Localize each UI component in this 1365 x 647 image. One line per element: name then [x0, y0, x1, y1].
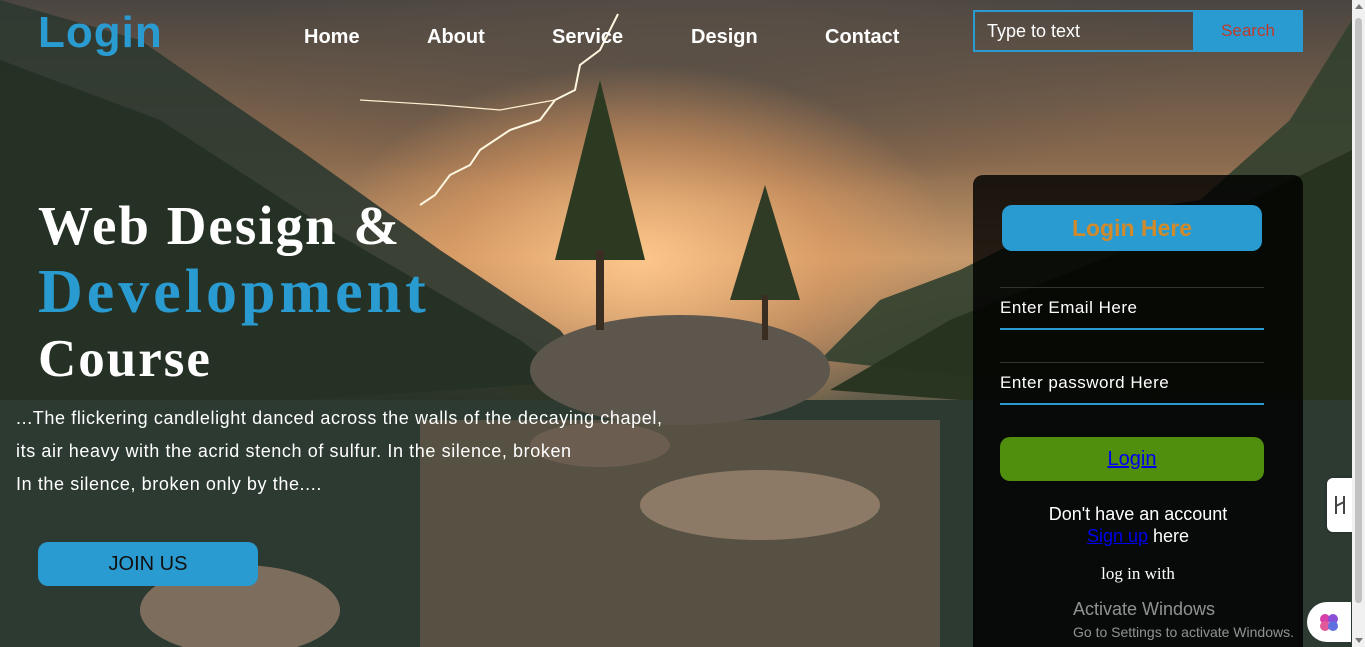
email-field[interactable]: [1000, 287, 1264, 330]
page-scrollbar[interactable]: [1352, 0, 1365, 647]
account-text: Don't have an account: [1048, 504, 1228, 524]
brain-icon[interactable]: [1307, 602, 1351, 642]
activation-watermark-title: Activate Windows: [1073, 599, 1216, 619]
join-us-button[interactable]: JOIN US: [38, 542, 258, 586]
hero-paragraph-line: its air heavy with the acrid stench of s…: [16, 441, 572, 461]
activation-watermark-subtitle: Go to Settings to activate Windows.: [1073, 624, 1294, 640]
login-card-title: Login Here: [1002, 205, 1262, 251]
nav-home[interactable]: Home: [304, 26, 360, 49]
nav-design[interactable]: Design: [691, 26, 758, 49]
login-with-text: log in with: [1101, 564, 1175, 583]
scrollbar-thumb[interactable]: [1355, 18, 1362, 603]
nav-service[interactable]: Service: [552, 26, 623, 49]
password-field[interactable]: [1000, 362, 1264, 405]
signup-suffix: here: [1148, 526, 1190, 546]
site-logo[interactable]: Login: [38, 8, 163, 58]
search-button[interactable]: Search: [1193, 10, 1303, 52]
side-tool-icon[interactable]: [1327, 478, 1353, 532]
hero-paragraph: ...The flickering candlelight danced acr…: [16, 402, 736, 501]
hero-paragraph-line: ...The flickering candlelight danced acr…: [16, 408, 663, 428]
signup-line: Sign up here: [973, 525, 1303, 547]
hero-title-line-3: Course: [38, 330, 212, 388]
nav-about[interactable]: About: [427, 26, 485, 49]
hero-title-line-1: Web Design &: [38, 195, 402, 256]
signup-prompt: Don't have an account Sign up here: [973, 503, 1303, 547]
scroll-down-icon[interactable]: [1355, 638, 1363, 643]
nav-contact[interactable]: Contact: [825, 26, 899, 49]
scroll-up-icon[interactable]: [1355, 4, 1363, 9]
hero-title-line-2: Development: [38, 258, 430, 326]
login-button[interactable]: Login: [1000, 437, 1264, 481]
hero-title: Web Design & Development Course: [38, 198, 430, 386]
signup-link[interactable]: Sign up: [1087, 526, 1148, 546]
search-input[interactable]: [973, 10, 1193, 52]
hero-paragraph-line: In the silence, broken only by the....: [16, 474, 322, 494]
login-card: Login Here Login Don't have an account S…: [973, 175, 1303, 647]
